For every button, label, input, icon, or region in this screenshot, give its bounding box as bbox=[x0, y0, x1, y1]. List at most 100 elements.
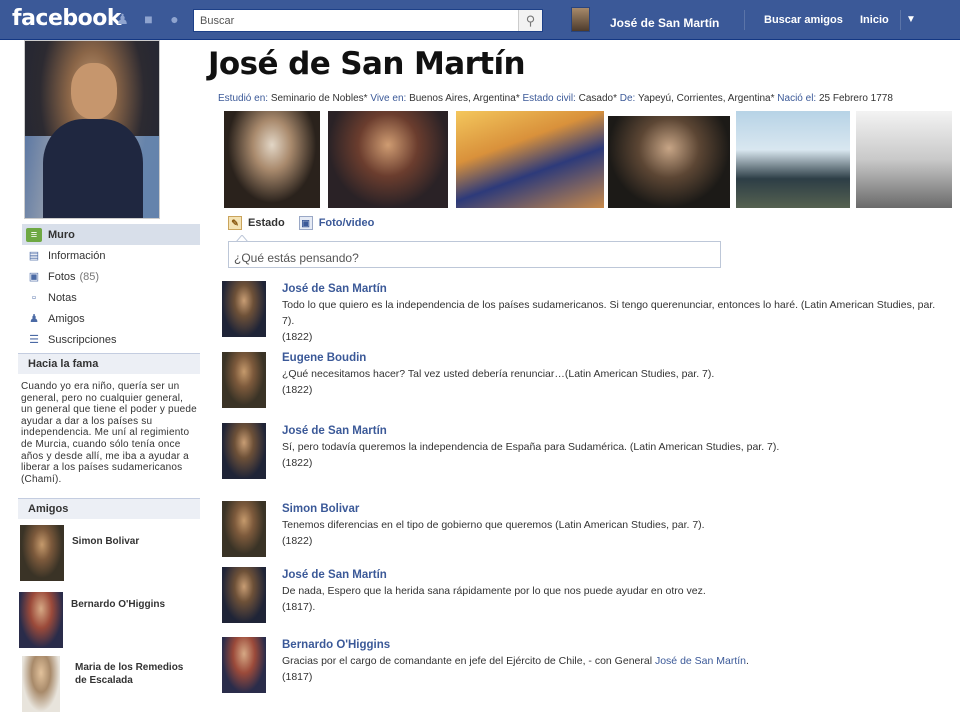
photo-thumbnail[interactable] bbox=[608, 116, 730, 208]
photo-thumbnail[interactable] bbox=[328, 111, 448, 208]
post-author[interactable]: Bernardo O'Higgins bbox=[282, 637, 942, 653]
tab-label: Foto/video bbox=[318, 217, 375, 229]
notifications-globe-icon[interactable]: ● bbox=[166, 11, 183, 28]
nav-label: Muro bbox=[48, 228, 75, 241]
friend-item[interactable]: Bernardo O'Higgins bbox=[19, 592, 165, 648]
fame-heading: Hacia la fama bbox=[18, 353, 200, 374]
post-avatar[interactable] bbox=[222, 423, 266, 479]
composer-tabs: ✎ Estado ▣ Foto/video bbox=[228, 216, 388, 230]
status-input[interactable] bbox=[229, 242, 720, 267]
post-avatar[interactable] bbox=[222, 501, 266, 557]
friend-avatar[interactable] bbox=[20, 525, 64, 581]
photo-thumbnail[interactable] bbox=[856, 111, 952, 208]
tab-status[interactable]: ✎ Estado bbox=[228, 216, 285, 230]
post-date: (1817). bbox=[282, 601, 316, 613]
post-avatar[interactable] bbox=[222, 637, 266, 693]
profile-info-line: Estudió en: Seminario de Nobles* Vive en… bbox=[218, 93, 893, 104]
nav-label: Información bbox=[48, 249, 106, 262]
friend-avatar[interactable] bbox=[22, 656, 60, 712]
info-label[interactable]: Estado civil: bbox=[522, 93, 575, 104]
friend-name[interactable]: Maria de los Remedios de Escalada bbox=[75, 661, 195, 712]
nav-item-muro[interactable]: ≡ Muro bbox=[22, 224, 200, 245]
post-author[interactable]: José de San Martín bbox=[282, 281, 942, 297]
friend-item[interactable]: Maria de los Remedios de Escalada bbox=[22, 656, 195, 712]
info-value: Casado bbox=[578, 93, 614, 104]
wall-icon: ≡ bbox=[26, 227, 42, 242]
info-value: Seminario de Nobles bbox=[270, 93, 364, 104]
post-author[interactable]: José de San Martín bbox=[282, 567, 942, 583]
nav-item-informacion[interactable]: ▤ Información bbox=[22, 245, 200, 266]
post-text: Sí, pero todavía queremos la independenc… bbox=[282, 441, 780, 453]
notification-icons: ♟ ■ ● bbox=[114, 11, 183, 28]
facebook-logo[interactable]: facebook bbox=[12, 6, 122, 31]
nav-item-suscripciones[interactable]: ☰ Suscripciones bbox=[22, 329, 200, 350]
post-date: (1822) bbox=[282, 384, 313, 396]
friend-name[interactable]: Simon Bolivar bbox=[72, 535, 139, 581]
photo-thumbnail[interactable] bbox=[736, 111, 850, 208]
top-user-avatar[interactable] bbox=[571, 7, 590, 32]
friend-item[interactable]: Simon Bolivar bbox=[20, 525, 139, 581]
nav-label: Fotos bbox=[48, 270, 76, 283]
info-value: 25 Febrero 1778 bbox=[818, 93, 893, 104]
divider bbox=[744, 10, 745, 30]
post-text: De nada, Espero que la herida sana rápid… bbox=[282, 585, 706, 597]
post-author[interactable]: José de San Martín bbox=[282, 423, 942, 439]
post-text: Todo lo que quiero es la independencia d… bbox=[282, 299, 936, 327]
search-icon[interactable]: ⚲ bbox=[518, 10, 542, 31]
divider bbox=[900, 10, 901, 30]
info-label[interactable]: Vive en: bbox=[370, 93, 406, 104]
post-avatar[interactable] bbox=[222, 281, 266, 337]
top-user-name[interactable]: José de San Martín bbox=[610, 16, 719, 30]
nav-label: Notas bbox=[48, 291, 77, 304]
nav-item-fotos[interactable]: ▣ Fotos (85) bbox=[22, 266, 200, 287]
nav-item-notas[interactable]: ▫ Notas bbox=[22, 287, 200, 308]
pencil-icon: ✎ bbox=[228, 216, 242, 230]
post-text: ¿Qué necesitamos hacer? Tal vez usted de… bbox=[282, 368, 715, 380]
status-composer bbox=[228, 241, 721, 268]
post-author[interactable]: Simon Bolivar bbox=[282, 501, 942, 517]
tab-photo-video[interactable]: ▣ Foto/video bbox=[298, 216, 375, 230]
photo-thumbnail[interactable] bbox=[224, 111, 320, 208]
friends-heading[interactable]: Amigos bbox=[18, 498, 200, 519]
info-value: Buenos Aires, Argentina bbox=[409, 93, 516, 104]
post-text: Tenemos diferencias en el tipo de gobier… bbox=[282, 519, 705, 531]
info-label[interactable]: Nació el: bbox=[777, 93, 816, 104]
profile-picture[interactable] bbox=[24, 40, 160, 219]
uniform-detail bbox=[43, 119, 143, 218]
search-box: ⚲ bbox=[193, 9, 543, 32]
search-input[interactable] bbox=[194, 10, 514, 31]
info-label[interactable]: Estudió en: bbox=[218, 93, 268, 104]
friends-icon: ♟ bbox=[29, 312, 39, 325]
post-date: (1822) bbox=[282, 457, 313, 469]
friend-requests-icon[interactable]: ♟ bbox=[114, 11, 131, 28]
fame-text: Cuando yo era niño, quería ser un genera… bbox=[21, 381, 197, 485]
photo-thumbnail[interactable] bbox=[456, 111, 604, 208]
nav-label: Amigos bbox=[48, 312, 85, 325]
post-date: (1822) bbox=[282, 331, 313, 343]
nav-item-amigos[interactable]: ♟ Amigos bbox=[22, 308, 200, 329]
camera-icon: ▣ bbox=[298, 216, 313, 230]
top-bar: facebook ♟ ■ ● ⚲ José de San Martín Busc… bbox=[0, 0, 960, 40]
post-author[interactable]: Eugene Boudin bbox=[282, 350, 942, 366]
account-menu-chevron-down-icon[interactable]: ▼ bbox=[906, 14, 916, 25]
post-text: Gracias por el cargo de comandante en je… bbox=[282, 655, 653, 667]
home-link[interactable]: Inicio bbox=[860, 14, 889, 26]
post-text-tail: . bbox=[746, 655, 749, 667]
photos-icon: ▣ bbox=[28, 270, 40, 283]
post-avatar[interactable] bbox=[222, 352, 266, 408]
info-label[interactable]: De: bbox=[620, 93, 636, 104]
messages-icon[interactable]: ■ bbox=[140, 11, 157, 28]
face-detail bbox=[71, 63, 117, 119]
friend-name[interactable]: Bernardo O'Higgins bbox=[71, 598, 165, 648]
friend-avatar[interactable] bbox=[19, 592, 63, 648]
subscriptions-icon: ☰ bbox=[29, 333, 39, 346]
post-avatar[interactable] bbox=[222, 567, 266, 623]
notes-icon: ▫ bbox=[32, 291, 36, 304]
find-friends-link[interactable]: Buscar amigos bbox=[764, 14, 843, 26]
tab-label: Estado bbox=[248, 217, 285, 229]
info-value: Yapeyú, Corrientes, Argentina bbox=[637, 93, 771, 104]
photo-count: (85) bbox=[79, 270, 100, 283]
info-card-icon: ▤ bbox=[28, 249, 40, 262]
post-date: (1817) bbox=[282, 671, 313, 683]
mention-link[interactable]: José de San Martín bbox=[655, 655, 746, 667]
